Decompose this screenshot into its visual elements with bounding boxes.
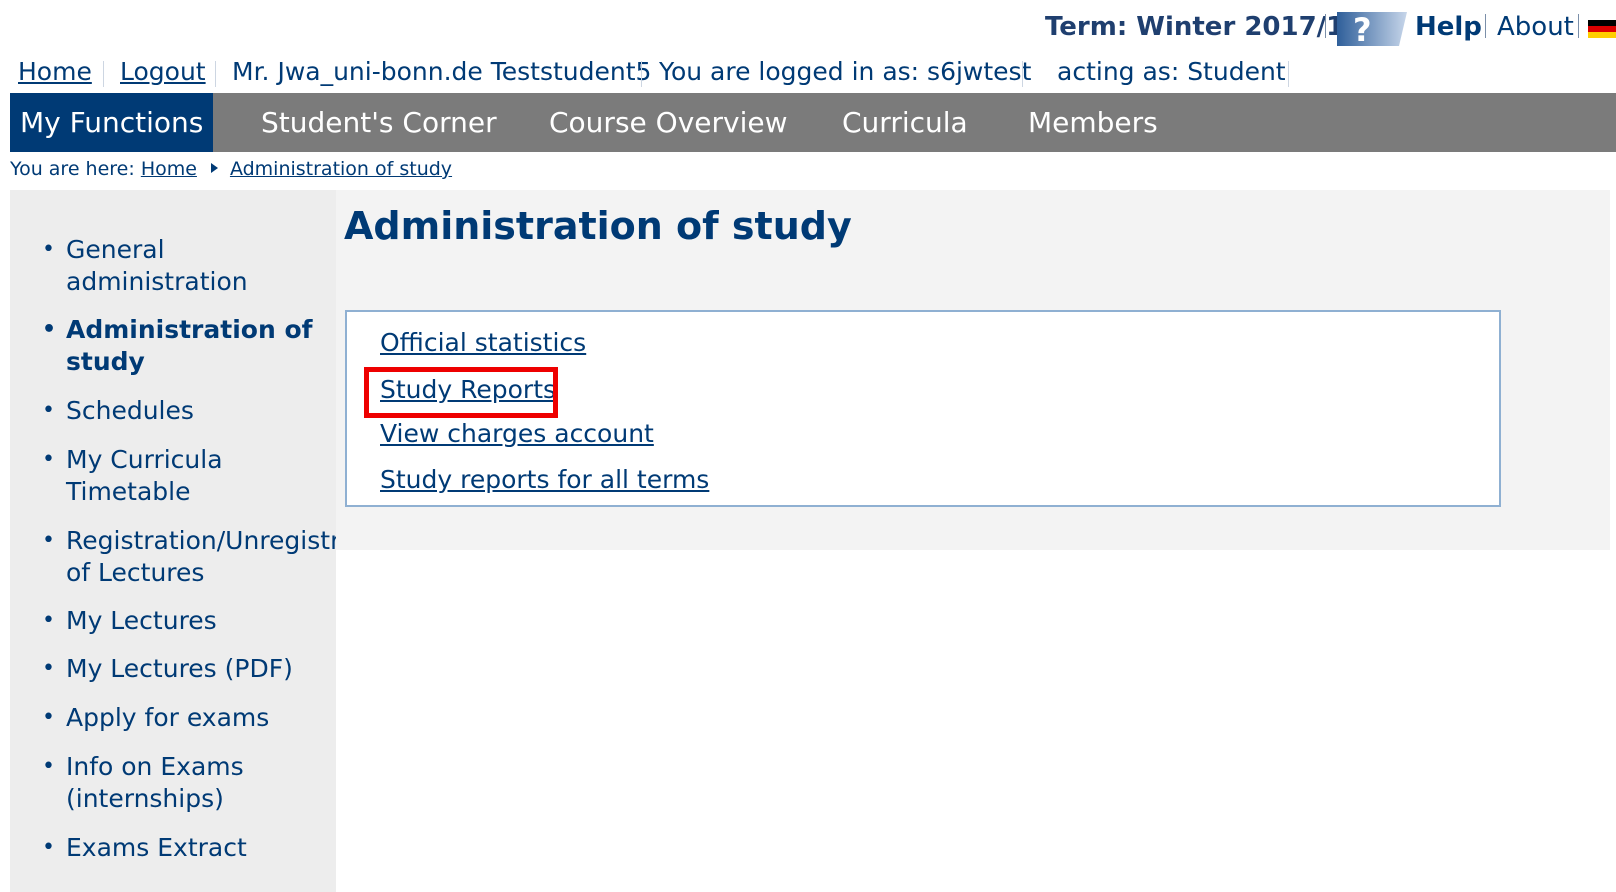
divider xyxy=(1485,14,1486,38)
sidebar-item-administration-of-study[interactable]: Administration of study xyxy=(42,314,316,378)
nav-curricula[interactable]: Curricula xyxy=(842,93,968,152)
page-title: Administration of study xyxy=(344,204,852,248)
nav-my-functions[interactable]: My Functions xyxy=(10,93,214,152)
question-icon[interactable]: ? xyxy=(1337,8,1407,46)
chevron-right-icon xyxy=(210,163,218,173)
breadcrumb-home[interactable]: Home xyxy=(141,158,197,180)
sidebar-item-apply-for-exams[interactable]: Apply for exams xyxy=(42,702,326,734)
sidebar-item-general-administration[interactable]: General administration xyxy=(42,234,306,298)
divider xyxy=(1578,14,1579,38)
home-link[interactable]: Home xyxy=(18,57,92,86)
main-nav: My Functions Student's Corner Course Ove… xyxy=(10,93,1616,152)
divider xyxy=(215,61,216,87)
user-name: Mr. Jwa_uni-bonn.de Teststudent5 xyxy=(232,57,652,86)
current-term: Term: Winter 2017/18 xyxy=(1045,12,1363,42)
svg-text:?: ? xyxy=(1353,11,1372,46)
breadcrumb: You are here: Home Administration of stud… xyxy=(10,158,452,180)
acting-role: acting as: Student xyxy=(1057,57,1286,86)
nav-students-corner[interactable]: Student's Corner xyxy=(261,93,497,152)
divider xyxy=(641,61,642,87)
sidebar-item-exams-extract[interactable]: Exams Extract xyxy=(42,832,326,864)
official-statistics-link[interactable]: Official statistics xyxy=(380,328,586,357)
divider xyxy=(1288,61,1289,87)
breadcrumb-prefix: You are here: xyxy=(10,158,135,180)
divider xyxy=(1325,14,1326,38)
help-link[interactable]: Help xyxy=(1415,12,1482,42)
term-bar: Term: Winter 2017/18 ? Help About xyxy=(0,6,1616,46)
german-flag-icon[interactable] xyxy=(1588,20,1616,38)
logout-link[interactable]: Logout xyxy=(120,57,206,86)
sidebar-item-my-lectures-pdf[interactable]: My Lectures (PDF) xyxy=(42,653,326,685)
user-bar: Home Logout Mr. Jwa_uni-bonn.de Teststud… xyxy=(0,55,1616,91)
sidebar-item-info-on-exams[interactable]: Info on Exams (internships) xyxy=(42,751,286,815)
about-link[interactable]: About xyxy=(1497,12,1574,42)
highlight-box xyxy=(364,367,558,418)
nav-members[interactable]: Members xyxy=(1028,93,1158,152)
sidebar-item-my-lectures[interactable]: My Lectures xyxy=(42,605,326,637)
view-charges-account-link[interactable]: View charges account xyxy=(380,419,654,448)
breadcrumb-current[interactable]: Administration of study xyxy=(230,158,452,180)
sidebar: General administration Administration of… xyxy=(10,190,404,892)
study-reports-all-terms-link[interactable]: Study reports for all terms xyxy=(380,465,709,494)
sidebar-item-registration-unregistration[interactable]: Registration/Unregistration of Lectures xyxy=(42,525,404,589)
nav-course-overview[interactable]: Course Overview xyxy=(549,93,787,152)
sidebar-item-my-curricula-timetable[interactable]: My Curricula Timetable xyxy=(42,444,266,508)
divider xyxy=(103,61,104,87)
divider xyxy=(1022,61,1023,87)
login-status: You are logged in as: s6jwtest xyxy=(659,57,1032,86)
sidebar-item-schedules[interactable]: Schedules xyxy=(42,395,326,427)
